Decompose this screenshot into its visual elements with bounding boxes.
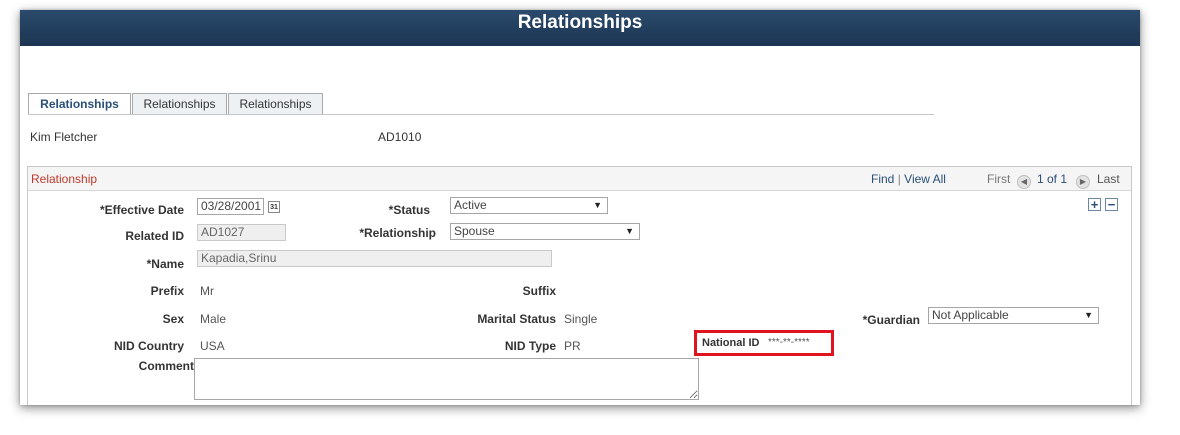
employee-name: Kim Fletcher: [30, 130, 98, 144]
guardian-label: *Guardian: [862, 313, 920, 327]
first-link[interactable]: First: [987, 172, 1010, 186]
delete-row-button[interactable]: −: [1105, 198, 1118, 211]
view-all-link[interactable]: View All: [904, 172, 946, 186]
effective-date-input[interactable]: 03/28/2001: [197, 198, 264, 215]
find-link[interactable]: Find: [871, 172, 894, 186]
relationship-value: Spouse: [454, 224, 495, 238]
minus-icon: −: [1107, 197, 1116, 212]
relationship-label: *Relationship: [359, 226, 436, 240]
prefix-value: Mr: [200, 284, 214, 298]
name-field: Kapadia,Srinu: [197, 250, 552, 267]
nid-type-value: PR: [564, 339, 581, 353]
comment-textarea[interactable]: [194, 358, 699, 400]
national-id-highlight: [694, 330, 834, 356]
grid-navigation: Find | View All: [871, 172, 946, 186]
nid-country-label: NID Country: [114, 339, 184, 353]
grid-header: Relationship Find | View All First ◀ 1 o…: [28, 167, 1131, 191]
row-counter: 1 of 1: [1037, 172, 1068, 186]
relationship-select[interactable]: Spouse ▼: [450, 223, 640, 240]
tab-label: Relationships: [239, 97, 312, 111]
nav-separator: |: [897, 172, 901, 186]
suffix-label: Suffix: [522, 284, 556, 298]
sex-label: Sex: [162, 312, 184, 326]
sex-value: Male: [200, 312, 227, 326]
name-label: *Name: [146, 257, 184, 271]
related-id-label: Related ID: [125, 229, 184, 243]
guardian-select[interactable]: Not Applicable ▼: [928, 307, 1099, 324]
page-title: Relationships: [517, 12, 643, 33]
status-select[interactable]: Active ▼: [450, 197, 608, 214]
status-label: *Status: [388, 203, 430, 217]
dropdown-arrow-icon: ▼: [1084, 310, 1093, 320]
related-id-field: AD1027: [197, 224, 286, 241]
nid-country-value: USA: [200, 339, 225, 353]
guardian-value: Not Applicable: [932, 308, 1009, 322]
tab-relationships-1[interactable]: Relationships: [28, 93, 131, 115]
add-row-button[interactable]: +: [1088, 198, 1101, 211]
marital-status-value: Single: [564, 312, 598, 326]
dropdown-arrow-icon: ▼: [625, 226, 634, 236]
tab-divider: [28, 114, 934, 115]
status-value: Active: [454, 198, 487, 212]
grid-title: Relationship: [31, 172, 98, 186]
employee-id: AD1010: [378, 130, 422, 144]
next-icon: ▶: [1076, 175, 1090, 189]
tab-label: Relationships: [40, 97, 119, 111]
last-link[interactable]: Last: [1097, 172, 1120, 186]
tab-relationships-3[interactable]: Relationships: [228, 93, 323, 114]
tab-label: Relationships: [143, 97, 216, 111]
dropdown-arrow-icon: ▼: [593, 200, 602, 210]
nid-type-label: NID Type: [504, 339, 556, 353]
next-row-button[interactable]: ▶: [1076, 171, 1090, 189]
relationships-page: Relationships Relationships Relationship…: [20, 10, 1140, 405]
tab-relationships-2[interactable]: Relationships: [132, 93, 227, 114]
prev-row-button[interactable]: ◀: [1017, 171, 1031, 189]
prefix-label: Prefix: [150, 284, 184, 298]
page-banner: Relationships: [20, 10, 1140, 46]
effective-date-label: *Effective Date: [99, 203, 184, 217]
marital-status-label: Marital Status: [477, 312, 556, 326]
comment-label: Comment: [138, 359, 194, 373]
calendar-icon[interactable]: 31: [268, 201, 280, 213]
plus-icon: +: [1090, 197, 1099, 212]
previous-icon: ◀: [1017, 175, 1031, 189]
